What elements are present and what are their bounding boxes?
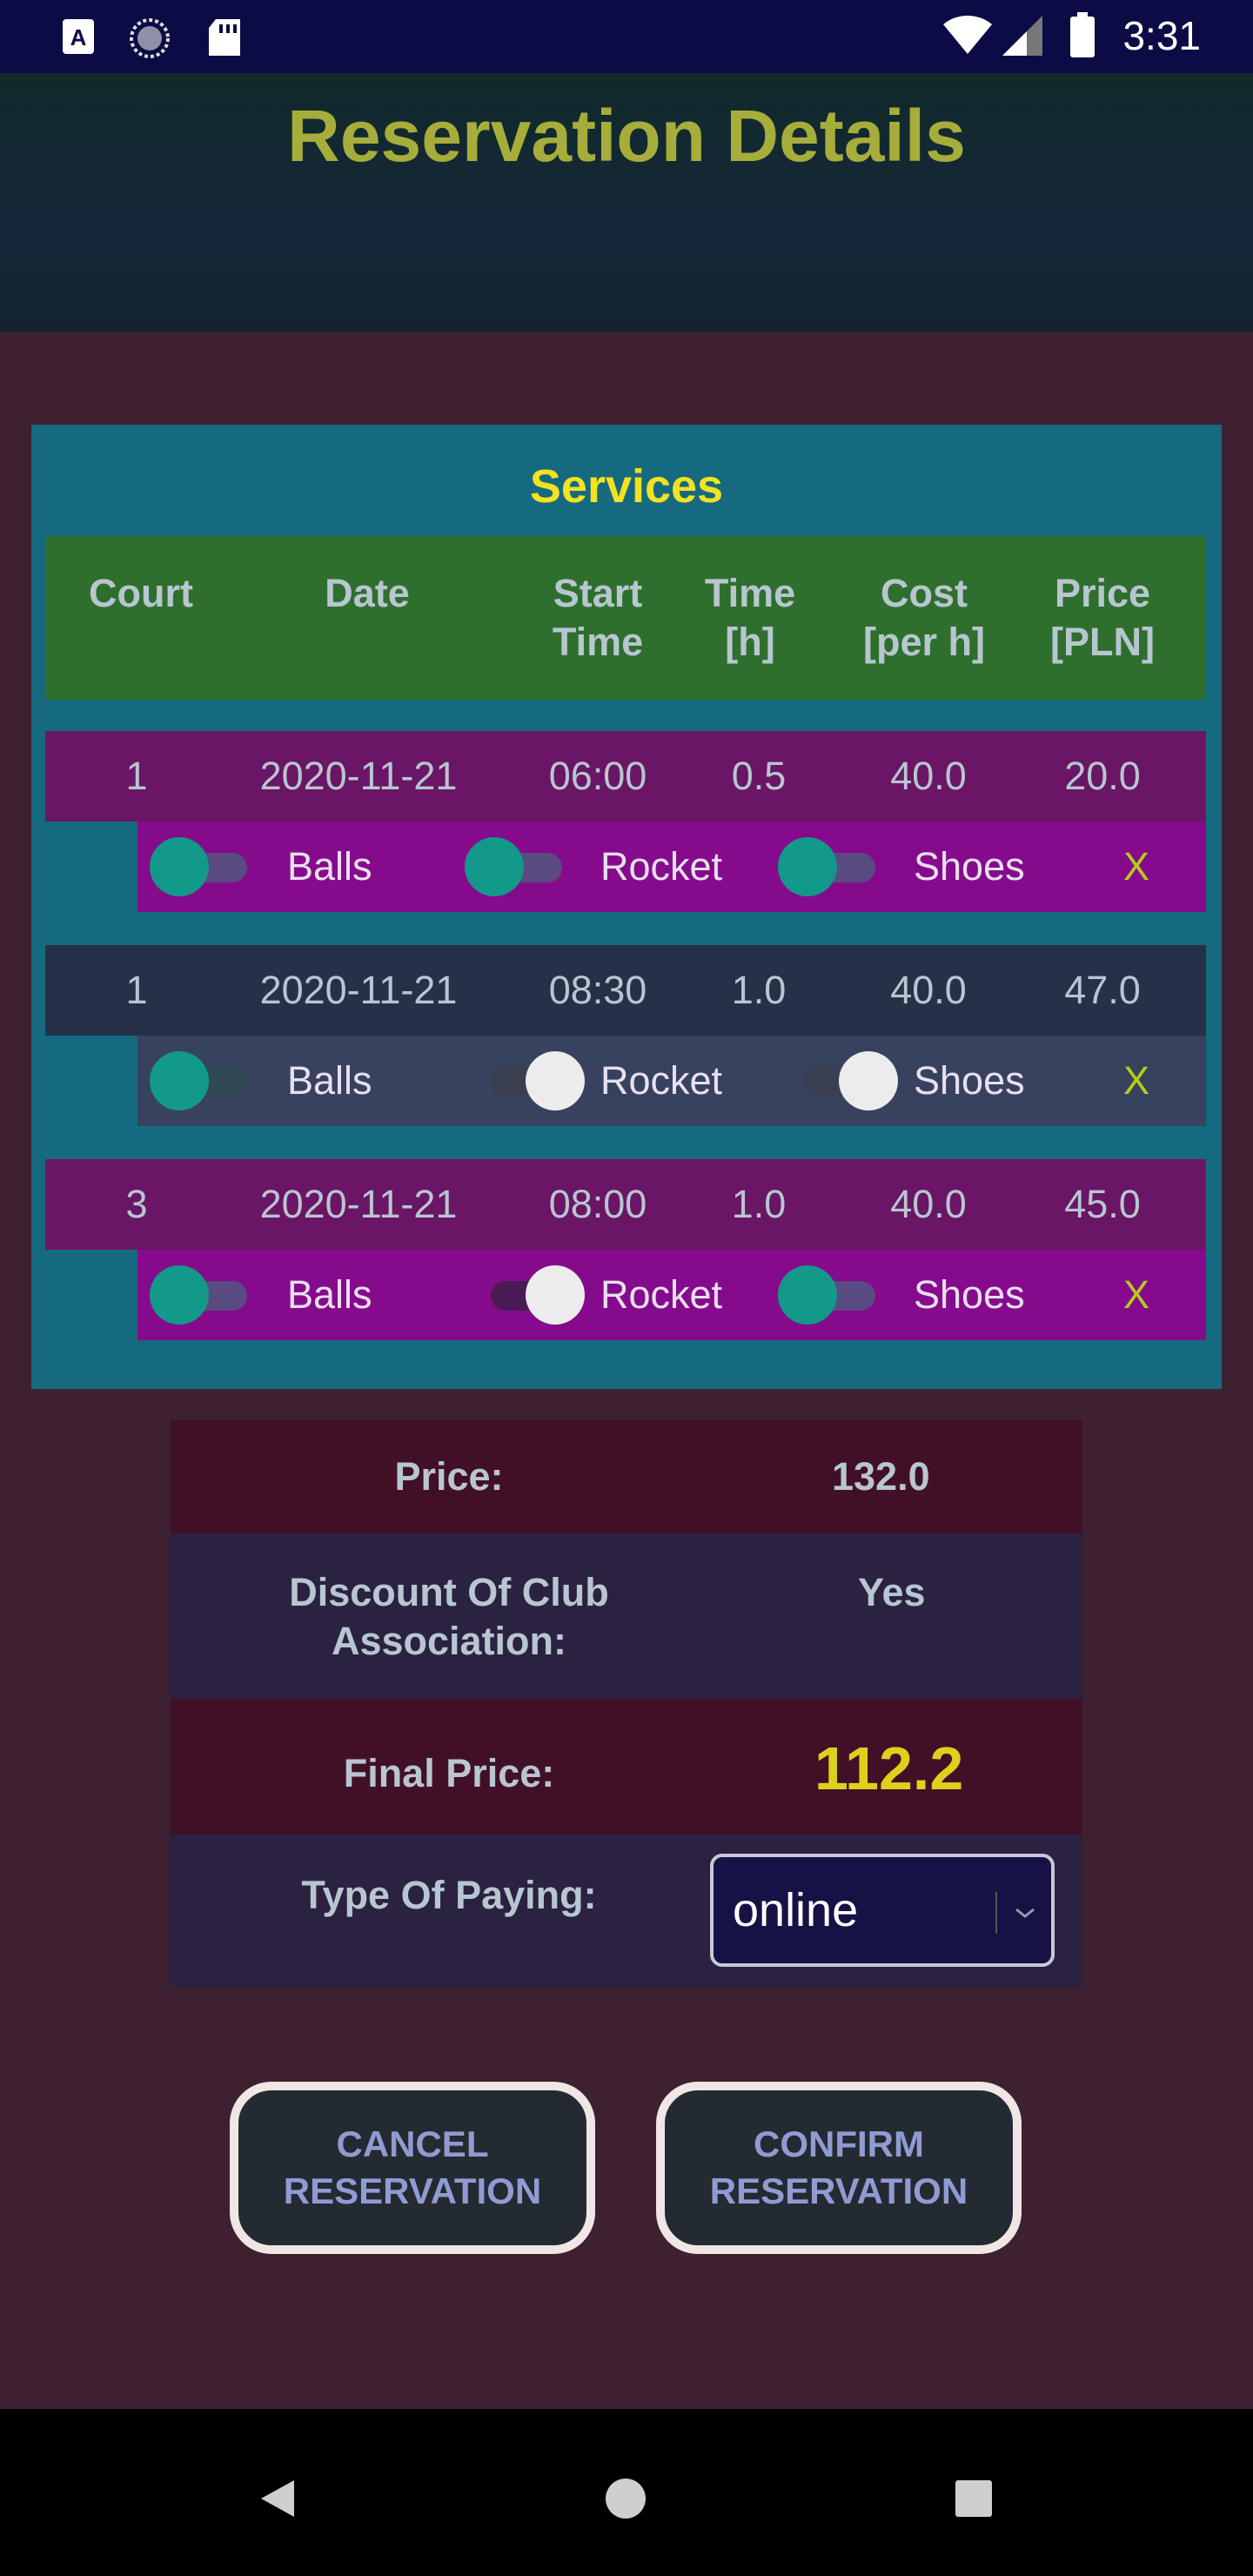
court-cell: 3 [125, 1182, 148, 1226]
rocket-toggle[interactable] [465, 837, 566, 896]
final-price-row: Final Price: 112.2 [171, 1699, 1082, 1835]
shoes-toggle[interactable] [797, 1051, 898, 1110]
signal-icon [1002, 16, 1042, 56]
select-divider [995, 1892, 997, 1934]
rocket-label: Rocket [600, 1058, 723, 1103]
back-icon[interactable] [258, 2477, 298, 2520]
paying-type-select[interactable]: online [710, 1854, 1055, 1967]
court-cell: 1 [125, 968, 148, 1012]
time-cell: 1.0 [731, 968, 787, 1012]
spinner-icon [130, 18, 170, 58]
reservation-options: Balls Rocket Shoes X [137, 1036, 1206, 1126]
a-keyboard-icon: A [63, 19, 94, 54]
start-time-cell: 08:00 [548, 1182, 647, 1226]
start-time-cell: 08:30 [548, 968, 647, 1012]
reservation-options: Balls Rocket Shoes X [137, 822, 1206, 912]
rocket-label: Rocket [600, 844, 723, 889]
recents-icon[interactable] [954, 2479, 994, 2519]
system-navigation-bar [0, 2409, 1253, 2576]
cost-cell: 40.0 [890, 1182, 967, 1226]
reservation-row: 1 2020-11-21 06:00 0.5 40.0 20.0 [45, 731, 1206, 822]
cancel-reservation-button[interactable]: CANCEL RESERVATION [230, 2082, 595, 2254]
balls-label: Balls [287, 1272, 372, 1317]
court-cell: 1 [125, 754, 148, 798]
reservation-row: 1 2020-11-21 08:30 1.0 40.0 47.0 [45, 945, 1206, 1036]
price-cell: 45.0 [1064, 1182, 1141, 1226]
date-cell: 2020-11-21 [259, 754, 458, 798]
price-label: Price: [394, 1454, 504, 1499]
paying-label: Type Of Paying: [301, 1873, 597, 1917]
remove-reservation-button[interactable]: X [1110, 1250, 1163, 1340]
discount-label: Discount Of Club Association: [289, 1570, 609, 1663]
rocket-toggle[interactable] [484, 1265, 585, 1325]
clock: 3:31 [1122, 13, 1201, 58]
column-header-start-time: Start Time [552, 571, 644, 664]
confirm-reservation-button[interactable]: CONFIRM RESERVATION [656, 2082, 1022, 2254]
price-cell: 20.0 [1064, 754, 1141, 798]
services-table-header: Court Date Start Time Time [h] Cost [per… [45, 536, 1206, 700]
services-title: Services [529, 460, 724, 513]
page-title: Reservation Details [287, 95, 966, 177]
reservation-row: 3 2020-11-21 08:00 1.0 40.0 45.0 [45, 1159, 1206, 1250]
svg-text:A: A [70, 24, 87, 50]
remove-reservation-button[interactable]: X [1110, 1036, 1163, 1126]
cost-cell: 40.0 [890, 968, 967, 1012]
column-header-time: Time [h] [704, 571, 796, 664]
sd-card-icon [209, 19, 240, 56]
balls-toggle[interactable] [150, 1265, 251, 1325]
time-cell: 1.0 [731, 1182, 787, 1226]
cost-cell: 40.0 [890, 754, 967, 798]
start-time-cell: 06:00 [548, 754, 647, 798]
time-cell: 0.5 [731, 754, 787, 798]
final-price-label: Final Price: [343, 1751, 555, 1795]
shoes-label: Shoes [914, 844, 1025, 889]
column-header-date: Date [325, 571, 410, 615]
battery-icon [1070, 12, 1095, 57]
status-bar: A 3:31 [0, 0, 1253, 73]
chevron-down-icon [1015, 1908, 1035, 1918]
balls-toggle[interactable] [150, 837, 251, 896]
final-price-value: 112.2 [814, 1734, 964, 1802]
balls-label: Balls [287, 1058, 372, 1103]
reservation-options: Balls Rocket Shoes X [137, 1250, 1206, 1340]
price-row: Price: 132.0 [171, 1420, 1082, 1533]
rocket-toggle[interactable] [484, 1051, 585, 1110]
column-header-cost: Cost [per h] [863, 571, 985, 664]
date-cell: 2020-11-21 [259, 1182, 458, 1226]
shoes-toggle[interactable] [778, 837, 879, 896]
home-icon[interactable] [604, 2477, 647, 2520]
date-cell: 2020-11-21 [259, 968, 458, 1012]
price-value: 132.0 [832, 1454, 930, 1499]
column-header-court: Court [89, 571, 193, 615]
discount-row: Discount Of Club Association: Yes [171, 1533, 1082, 1699]
shoes-label: Shoes [914, 1272, 1025, 1317]
column-header-price: Price [PLN] [1050, 571, 1155, 664]
discount-value: Yes [858, 1570, 926, 1614]
price-cell: 47.0 [1064, 968, 1141, 1012]
wifi-icon [943, 15, 992, 55]
balls-toggle[interactable] [150, 1051, 251, 1110]
shoes-label: Shoes [914, 1058, 1025, 1103]
shoes-toggle[interactable] [778, 1265, 879, 1325]
balls-label: Balls [287, 844, 372, 889]
rocket-label: Rocket [600, 1272, 723, 1317]
paying-type-value: online [733, 1884, 859, 1936]
remove-reservation-button[interactable]: X [1110, 822, 1163, 912]
